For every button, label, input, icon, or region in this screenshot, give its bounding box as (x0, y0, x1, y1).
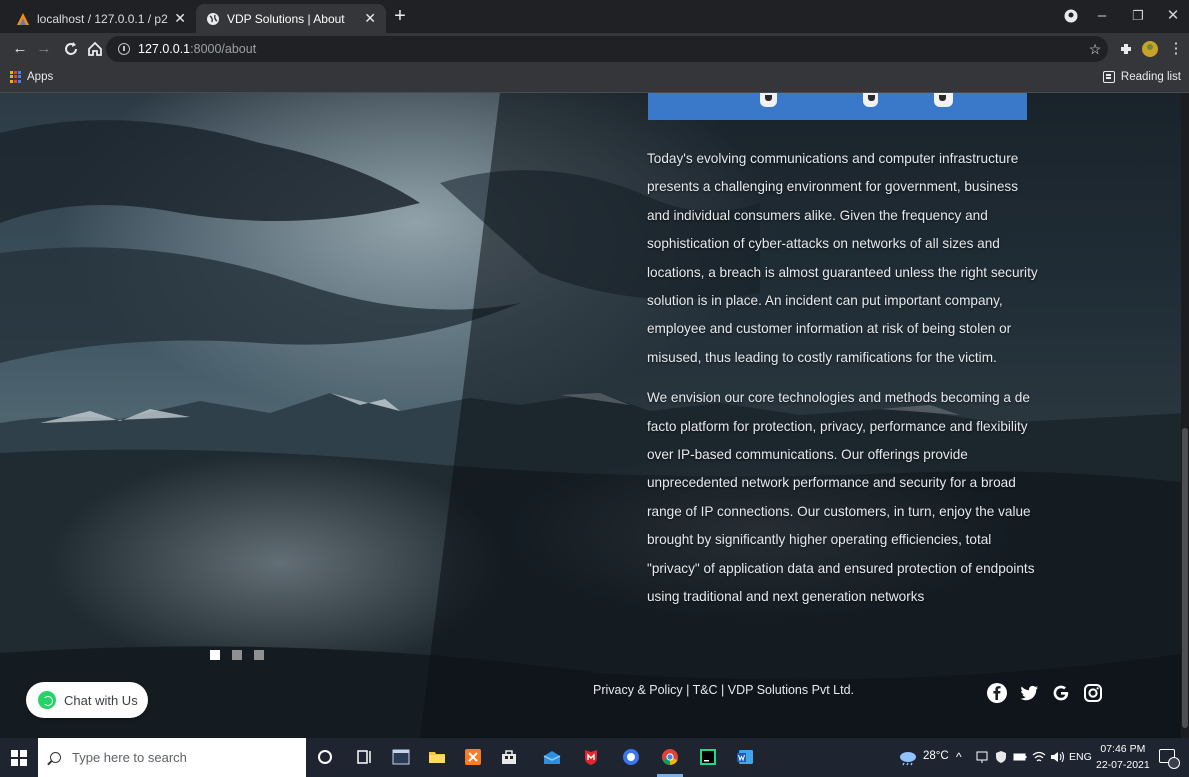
site-info-icon[interactable] (118, 43, 130, 55)
reading-list-label: Reading list (1120, 71, 1181, 83)
about-paragraph-2: We envision our core technologies and me… (647, 390, 1035, 605)
battery-icon[interactable] (1013, 750, 1027, 764)
url-host: 127.0.0.1 (138, 42, 191, 56)
restore-button[interactable]: ❐ (1124, 4, 1152, 28)
close-window-button[interactable]: ✕ (1160, 4, 1186, 28)
tab-close-icon[interactable]: ✕ (364, 10, 376, 27)
store-icon[interactable] (500, 748, 518, 766)
user-icon (863, 93, 878, 107)
footer-links[interactable]: Privacy & Policy | T&C | VDP Solutions P… (593, 683, 854, 697)
tab-label: VDP Solutions | About (227, 11, 345, 26)
word-icon[interactable] (736, 748, 754, 766)
tray-chevron-icon[interactable]: ^ (956, 750, 962, 764)
network-icon[interactable] (975, 750, 989, 764)
tab-phpmyadmin[interactable]: localhost / 127.0.0.1 / p2 / review ✕ (6, 4, 196, 33)
reload-icon[interactable] (61, 39, 81, 59)
system-clock[interactable]: 07:46 PM 22-07-2021 (1096, 741, 1150, 773)
browser-menu-icon[interactable]: ⋮ (1166, 39, 1186, 59)
file-explorer-icon[interactable] (428, 748, 446, 766)
tab-close-icon[interactable]: ✕ (174, 10, 186, 27)
task-view-icon[interactable] (356, 748, 374, 766)
weather-icon[interactable] (898, 748, 918, 766)
server-icon (760, 93, 777, 107)
device-icon (934, 93, 953, 107)
whatsapp-icon (38, 691, 56, 709)
chrome-icon[interactable] (661, 748, 679, 766)
taskbar-search-placeholder: Type here to search (72, 750, 187, 765)
search-icon (50, 752, 61, 763)
extensions-icon[interactable] (1116, 39, 1136, 59)
volume-icon[interactable] (1050, 750, 1065, 764)
home-icon[interactable] (85, 39, 105, 59)
bookmark-star-icon[interactable]: ☆ (1085, 39, 1105, 59)
windows-taskbar: Type here to search 28°C ^ ENG 07:46 PM … (0, 738, 1189, 777)
url-path: :8000/about (190, 42, 257, 56)
facebook-icon[interactable] (986, 682, 1008, 704)
tab-strip: localhost / 127.0.0.1 / p2 / review ✕ VD… (0, 0, 1189, 33)
about-page: Today's evolving communications and comp… (0, 93, 1189, 738)
minimize-button[interactable]: – (1088, 4, 1116, 28)
start-button[interactable] (11, 750, 27, 766)
weather-temperature[interactable]: 28°C (923, 750, 949, 762)
page-scrollbar[interactable] (1181, 93, 1189, 738)
mail-icon[interactable] (543, 748, 561, 766)
notification-center-icon[interactable] (1159, 749, 1180, 769)
profile-icon[interactable] (1064, 9, 1078, 23)
tab-label: localhost / 127.0.0.1 / p2 / review (37, 11, 168, 26)
scrollbar-thumb[interactable] (1182, 428, 1188, 728)
terminal-app-icon[interactable] (392, 748, 410, 766)
clock-date: 22-07-2021 (1096, 759, 1150, 771)
forward-button[interactable]: → (34, 39, 54, 59)
mcafee-icon[interactable] (582, 748, 600, 766)
back-button[interactable]: ← (10, 39, 30, 59)
slider-dots (210, 650, 264, 660)
services-icon-band (648, 93, 1027, 120)
about-paragraph-1: Today's evolving communications and comp… (647, 151, 1038, 365)
apps-shortcut[interactable]: Apps (10, 71, 53, 83)
address-bar[interactable]: 127.0.0.1:8000/about (106, 36, 1108, 62)
reading-list-icon (1102, 71, 1115, 83)
slider-dot-1[interactable] (210, 650, 220, 660)
google-icon[interactable] (1050, 682, 1072, 704)
bookmarks-bar: Apps Reading list (0, 65, 1189, 93)
apps-grid-icon (10, 71, 22, 83)
slider-dot-2[interactable] (232, 650, 242, 660)
slider-dot-3[interactable] (254, 650, 264, 660)
instagram-icon[interactable] (1082, 682, 1104, 704)
signal-app-icon[interactable] (622, 748, 640, 766)
chat-with-us-button[interactable]: Chat with Us (26, 682, 148, 718)
taskbar-search[interactable]: Type here to search (38, 738, 306, 777)
apps-label: Apps (27, 71, 54, 83)
browser-toolbar: ← → 127.0.0.1:8000/about ☆ ⋮ (0, 33, 1189, 65)
cortana-icon[interactable] (316, 748, 334, 766)
language-indicator[interactable]: ENG (1069, 751, 1092, 763)
new-tab-button[interactable]: + (389, 5, 411, 27)
twitter-icon[interactable] (1018, 682, 1040, 704)
defender-icon[interactable] (994, 750, 1008, 764)
clock-time: 07:46 PM (1100, 743, 1146, 755)
about-content: Today's evolving communications and comp… (647, 145, 1042, 612)
pycharm-icon[interactable] (699, 748, 717, 766)
xampp-icon[interactable] (464, 748, 482, 766)
wifi-icon[interactable] (1032, 750, 1046, 764)
globe-favicon-icon (207, 12, 219, 25)
chat-label: Chat with Us (64, 692, 138, 708)
tab-vdp-about[interactable]: VDP Solutions | About ✕ (196, 4, 386, 33)
account-avatar-icon[interactable] (1140, 39, 1160, 59)
reading-list-button[interactable]: Reading list (1102, 71, 1181, 83)
phpmyadmin-favicon-icon (17, 12, 29, 25)
